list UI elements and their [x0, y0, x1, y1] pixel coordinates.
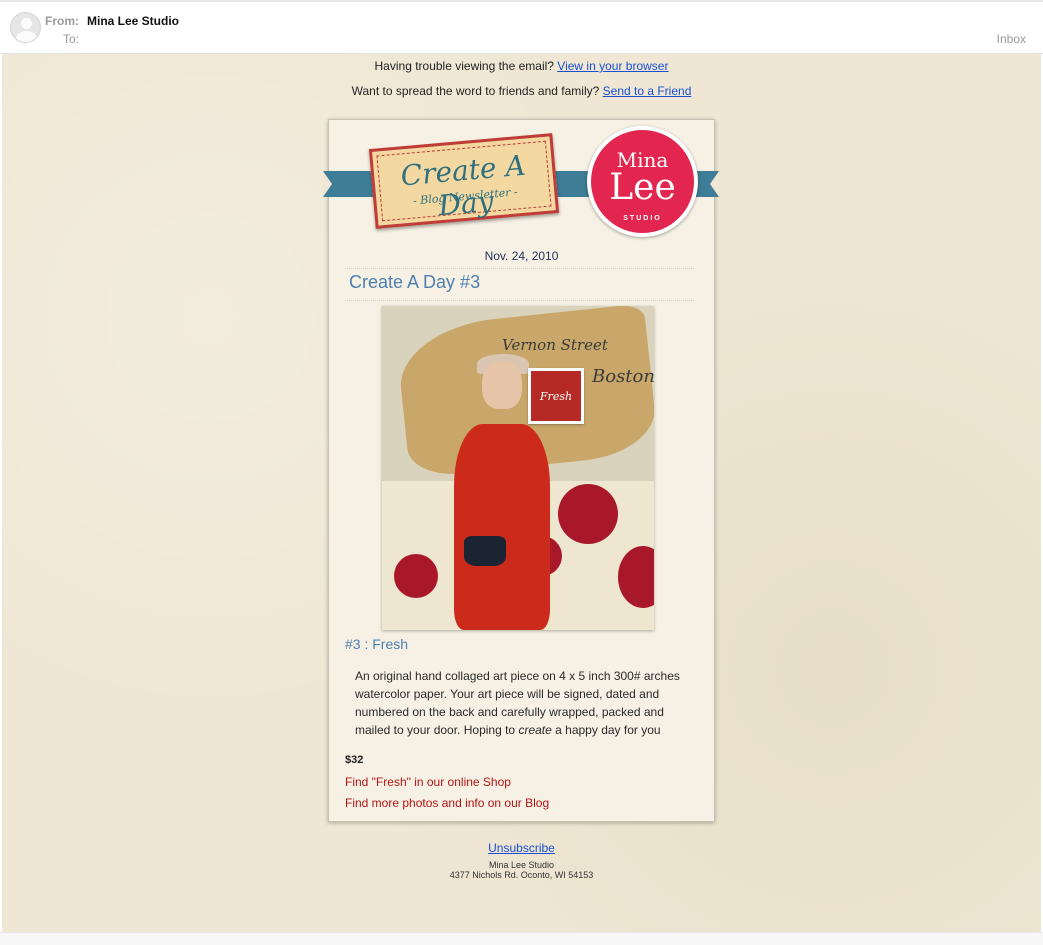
view-in-browser-line: Having trouble viewing the email? View i…: [0, 59, 1043, 73]
sender-avatar: [10, 12, 41, 43]
unsubscribe-link[interactable]: Unsubscribe: [488, 841, 555, 855]
send-to-friend-line: Want to spread the word to friends and f…: [0, 84, 1043, 98]
send-to-friend-link[interactable]: Send to a Friend: [603, 84, 692, 98]
footer-company-name: Mina Lee Studio: [488, 860, 555, 870]
footer-strip: [0, 932, 1043, 945]
email-header: From: Mina Lee Studio To: Inbox: [0, 0, 1043, 54]
view-in-browser-link[interactable]: View in your browser: [557, 59, 668, 73]
send-to-friend-text: Want to spread the word to friends and f…: [351, 84, 600, 98]
mina-lee-studio-logo: Mina Lee STUDIO: [587, 126, 698, 237]
ribbon-notch-left: [323, 171, 332, 197]
blog-link[interactable]: Find more photos and info on our Blog: [345, 796, 549, 810]
mailbox-label: Inbox: [996, 32, 1026, 46]
post-title[interactable]: Create A Day #3: [349, 272, 480, 293]
footer-address: 4377 Nichols Rd. Oconto, WI 54153: [449, 870, 594, 880]
item-price: $32: [345, 754, 364, 766]
logo-studio: STUDIO: [623, 215, 662, 222]
post-date: Nov. 24, 2010: [484, 249, 559, 263]
item-title[interactable]: #3 : Fresh: [345, 636, 408, 652]
collage-artwork-image[interactable]: Vernon Street Boston Fresh: [382, 306, 654, 630]
from-label: From:: [45, 14, 79, 28]
ribbon-notch-right: [710, 171, 719, 197]
divider: [345, 268, 694, 269]
unsubscribe-line: Unsubscribe: [0, 841, 1043, 855]
logo-lee: Lee: [609, 167, 676, 208]
create-a-day-ticket-logo: Create A Day - Blog Newsletter -: [368, 133, 560, 229]
sender-name[interactable]: Mina Lee Studio: [87, 14, 179, 28]
to-label: To:: [63, 32, 80, 46]
view-in-browser-text: Having trouble viewing the email?: [374, 59, 554, 73]
divider: [345, 300, 694, 301]
artwork-stamp-label: Fresh: [539, 390, 573, 403]
shop-link[interactable]: Find "Fresh" in our online Shop: [345, 775, 511, 789]
item-description: An original hand collaged art piece on 4…: [355, 669, 680, 737]
